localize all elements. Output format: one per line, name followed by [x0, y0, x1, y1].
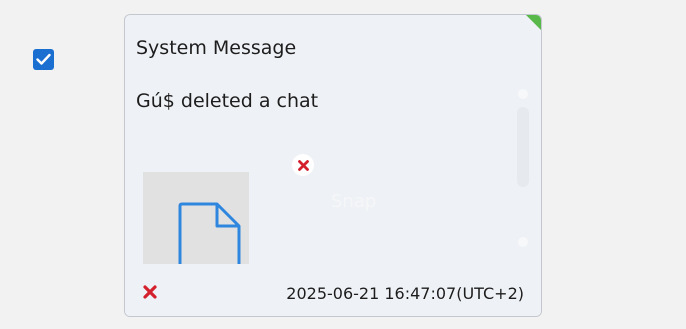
message-footer: 2025-06-21 16:47:07(UTC+2): [125, 264, 541, 316]
attachment-remove-button[interactable]: [292, 154, 314, 176]
close-icon: [297, 159, 309, 171]
scrollbar[interactable]: [517, 107, 529, 187]
message-header: System Message: [136, 37, 297, 59]
red-x-icon: [143, 285, 157, 299]
corner-marker: [525, 15, 541, 31]
scroll-down-arrow[interactable]: [518, 237, 528, 247]
file-icon: [178, 202, 241, 266]
attachment-thumbnail[interactable]: [143, 172, 249, 266]
message-select-checkbox[interactable]: [33, 49, 54, 70]
message-card[interactable]: System Message Gú$ deleted a chat Snap 2…: [124, 14, 542, 317]
message-timestamp: 2025-06-21 16:47:07(UTC+2): [286, 284, 524, 303]
checkmark-icon: [36, 53, 51, 65]
attachment-caption: Snap: [331, 191, 377, 212]
message-body: Gú$ deleted a chat: [136, 90, 319, 112]
scroll-up-arrow[interactable]: [518, 89, 528, 99]
